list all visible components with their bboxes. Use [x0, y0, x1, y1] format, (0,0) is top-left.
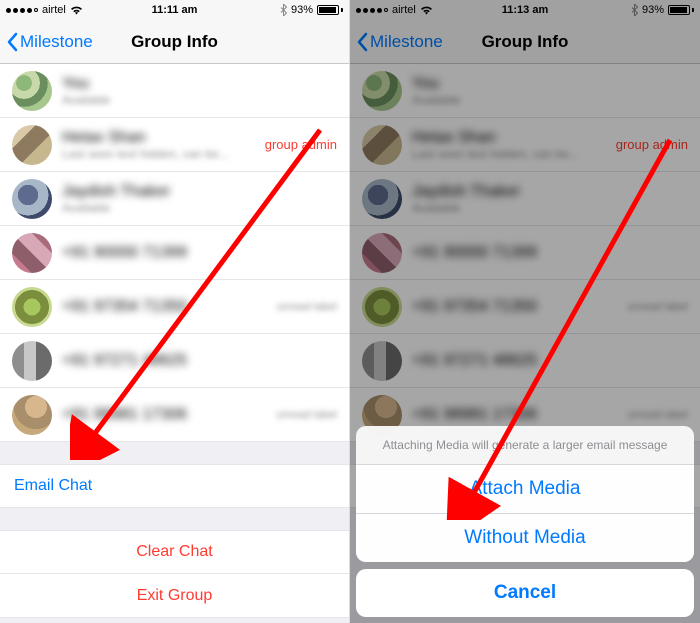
email-chat-button[interactable]: Email Chat — [0, 464, 349, 508]
attach-media-label: Attach Media — [470, 478, 581, 499]
participants-list: You Available Hetax Shan Last seen text … — [350, 64, 700, 442]
avatar — [362, 71, 402, 111]
avatar — [12, 395, 52, 435]
participant-row[interactable]: Jaydish Thaker Available — [0, 172, 349, 226]
phone-left: airtel 11:11 am 93% Milestone — [0, 0, 350, 623]
wifi-icon — [420, 5, 433, 15]
participant-row[interactable]: +91 97354 71350 unread label — [350, 280, 700, 334]
admin-badge: group admin — [616, 137, 688, 152]
avatar — [362, 287, 402, 327]
avatar — [12, 179, 52, 219]
signal-strength-icon — [356, 8, 388, 13]
attach-media-button[interactable]: Attach Media — [356, 465, 694, 514]
participant-status: Available — [412, 201, 688, 215]
battery-percent: 93% — [642, 4, 664, 16]
page-title: Group Info — [482, 32, 569, 52]
email-chat-label: Email Chat — [14, 477, 92, 495]
participant-name: +91 90000 71399 — [412, 244, 688, 262]
cancel-label: Cancel — [494, 582, 556, 603]
participant-meta: unread label — [276, 301, 337, 313]
bluetooth-icon — [631, 4, 638, 16]
participant-row[interactable]: +91 97354 71350 unread label — [0, 280, 349, 334]
status-time: 11:11 am — [152, 4, 198, 16]
participant-name: Hetax Shan — [62, 129, 265, 147]
avatar — [12, 233, 52, 273]
participant-status: Last seen text hidden, can be... — [412, 147, 616, 161]
group-footer: Created Created 30 May 2015. — [0, 618, 349, 623]
nav-bar: Milestone Group Info — [0, 20, 349, 64]
nav-bar: Milestone Group Info — [350, 20, 700, 64]
participant-name: +91 97271 48625 — [62, 352, 337, 370]
exit-group-label: Exit Group — [137, 587, 213, 605]
participant-row[interactable]: Hetax Shan Last seen text hidden, can be… — [0, 118, 349, 172]
participants-list: You Available Hetax Shan Last seen text … — [0, 64, 349, 442]
participant-row[interactable]: Jaydish Thaker Available — [350, 172, 700, 226]
avatar — [362, 125, 402, 165]
cancel-button[interactable]: Cancel — [356, 569, 694, 617]
clear-chat-label: Clear Chat — [136, 543, 212, 561]
participant-row[interactable]: +91 97271 48625 — [350, 334, 700, 388]
chevron-left-icon — [356, 32, 368, 52]
avatar — [12, 287, 52, 327]
participant-meta: unread label — [627, 301, 688, 313]
battery-percent: 93% — [291, 4, 313, 16]
participant-row[interactable]: You Available — [350, 64, 700, 118]
participant-row[interactable]: +91 98981 17306 unread label — [0, 388, 349, 442]
participant-name: Jaydish Thaker — [62, 183, 337, 201]
wifi-icon — [70, 5, 83, 15]
status-bar: airtel 11:11 am 93% — [0, 0, 349, 20]
battery-icon — [317, 5, 343, 15]
participant-name: +91 90000 71399 — [62, 244, 337, 262]
participant-name: +91 98981 17306 — [412, 406, 627, 424]
phone-right: airtel 11:13 am 93% Milestone — [350, 0, 700, 623]
participant-meta: unread label — [276, 409, 337, 421]
signal-strength-icon — [6, 8, 38, 13]
participant-row[interactable]: +91 90000 71399 — [0, 226, 349, 280]
exit-group-button[interactable]: Exit Group — [0, 574, 349, 618]
participant-status: Available — [62, 93, 337, 107]
participant-name: +91 97354 71350 — [412, 298, 627, 316]
chevron-left-icon — [6, 32, 18, 52]
participant-name: Jaydish Thaker — [412, 183, 688, 201]
carrier-label: airtel — [392, 4, 416, 16]
status-time: 11:13 am — [502, 4, 548, 16]
participant-status: Available — [62, 201, 337, 215]
participant-row[interactable]: You Available — [0, 64, 349, 118]
participant-meta: unread label — [627, 409, 688, 421]
participant-row[interactable]: +91 90000 71399 — [350, 226, 700, 280]
sheet-title: Attaching Media will generate a larger e… — [356, 426, 694, 465]
avatar — [12, 71, 52, 111]
participant-name: +91 97271 48625 — [412, 352, 688, 370]
participant-name: +91 98981 17306 — [62, 406, 276, 424]
bluetooth-icon — [280, 4, 287, 16]
avatar — [362, 341, 402, 381]
participant-name: Hetax Shan — [412, 129, 616, 147]
avatar — [12, 125, 52, 165]
participant-row[interactable]: +91 97271 48625 — [0, 334, 349, 388]
clear-chat-button[interactable]: Clear Chat — [0, 530, 349, 574]
participant-row[interactable]: Hetax Shan Last seen text hidden, can be… — [350, 118, 700, 172]
action-sheet: Attaching Media will generate a larger e… — [356, 426, 694, 623]
battery-icon — [668, 5, 694, 15]
back-label: Milestone — [370, 32, 443, 52]
back-label: Milestone — [20, 32, 93, 52]
participant-name: +91 97354 71350 — [62, 298, 276, 316]
carrier-label: airtel — [42, 4, 66, 16]
back-button[interactable]: Milestone — [0, 32, 93, 52]
participant-status: Available — [412, 93, 688, 107]
avatar — [362, 179, 402, 219]
back-button[interactable]: Milestone — [350, 32, 443, 52]
without-media-label: Without Media — [464, 527, 585, 548]
without-media-button[interactable]: Without Media — [356, 514, 694, 562]
participant-status: Last seen text hidden, can be... — [62, 147, 265, 161]
page-title: Group Info — [131, 32, 218, 52]
admin-badge: group admin — [265, 137, 337, 152]
participant-name: You — [62, 75, 337, 93]
avatar — [362, 233, 402, 273]
participant-name: You — [412, 75, 688, 93]
status-bar: airtel 11:13 am 93% — [350, 0, 700, 20]
avatar — [12, 341, 52, 381]
